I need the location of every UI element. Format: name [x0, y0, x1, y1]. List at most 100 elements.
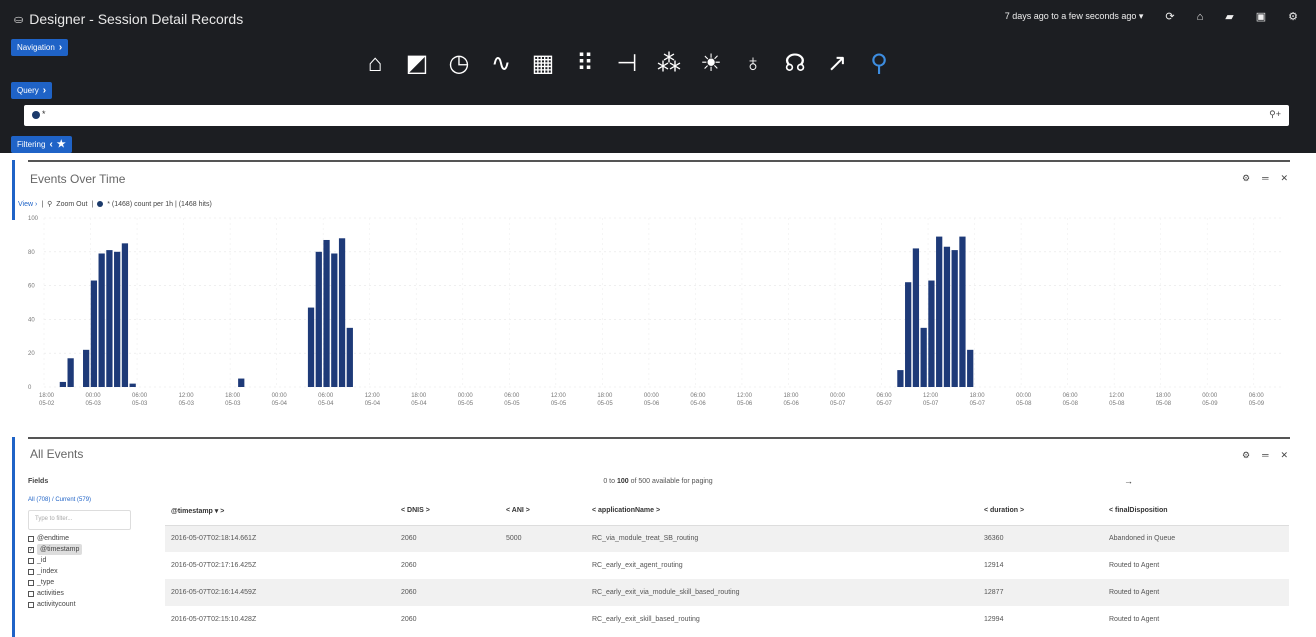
chart-bar[interactable] — [323, 239, 330, 387]
pulse-icon[interactable]: ∿ — [488, 49, 514, 79]
zoom-out-icon[interactable]: ⚲ — [47, 200, 52, 208]
agent-icon[interactable]: ☊ — [782, 49, 808, 79]
field-item[interactable]: _id — [28, 555, 82, 566]
checkbox-icon[interactable] — [28, 557, 34, 564]
microphone-icon[interactable]: ♁ — [740, 49, 766, 79]
chart-bar[interactable] — [307, 307, 315, 387]
chart-bar[interactable] — [346, 327, 353, 387]
chart-bar[interactable] — [331, 253, 338, 387]
chart-bar[interactable] — [967, 349, 974, 387]
table-row[interactable]: 2016-05-07T02:16:14.459Z 2060 RC_early_exi… — [165, 579, 1289, 606]
add-query-icon[interactable]: ⚲+ — [1269, 109, 1281, 120]
flow-icon[interactable]: ⊣ — [614, 49, 640, 79]
fields-toggle-link[interactable]: All (708) / Current (579) — [28, 497, 91, 503]
chart-bar[interactable] — [106, 250, 113, 387]
table-row[interactable]: 2016-05-07T02:18:14.661Z 2060 5000 RC_via_m… — [165, 525, 1289, 552]
x-tick-label: 00:00 — [1202, 393, 1218, 399]
chart-bar[interactable] — [83, 349, 90, 387]
filtering-toggle-button[interactable]: Filtering ‹ ★ — [11, 136, 72, 153]
chart-bar[interactable] — [114, 251, 121, 387]
chart-bar[interactable] — [912, 248, 920, 387]
column-header[interactable]: < applicationName > — [586, 497, 978, 526]
arrow-icon[interactable]: ↗ — [824, 49, 850, 79]
view-link[interactable]: View › — [18, 201, 37, 208]
time-range-picker[interactable]: 7 days ago to a few seconds ago ▾ — [1005, 11, 1144, 22]
save-icon[interactable]: ▣ — [1256, 10, 1266, 23]
gear-icon[interactable]: ⚙ — [1288, 10, 1298, 23]
chart-bar[interactable] — [67, 358, 74, 387]
table-cell: 2016-05-07T02:17:16.425Z — [165, 552, 395, 579]
field-item[interactable]: ✓ @timestamp — [28, 544, 83, 555]
table-row[interactable]: 2016-05-07T02:17:16.425Z 2060 RC_early_exi… — [165, 552, 1289, 579]
x-tick-date-label: 05-04 — [411, 401, 427, 407]
chart-bar[interactable] — [59, 381, 67, 387]
paging-info: 0 to 100 of 500 available for paging — [603, 478, 713, 485]
x-tick-date-label: 05-05 — [458, 401, 474, 407]
panel-collapse-icon[interactable]: ═ — [1262, 450, 1268, 461]
panel-collapse-icon[interactable]: ═ — [1262, 173, 1268, 184]
checkbox-icon[interactable] — [28, 568, 34, 575]
field-filter-input[interactable]: Type to filter... — [28, 510, 131, 530]
navigation-toggle-button[interactable]: Navigation › — [11, 39, 69, 56]
home-icon[interactable]: ⌂ — [362, 49, 388, 79]
checkbox-icon[interactable] — [28, 535, 34, 542]
chart-bar[interactable] — [897, 370, 904, 387]
chart-bar[interactable] — [338, 238, 346, 387]
folder-icon[interactable]: ▰ — [1225, 10, 1233, 23]
chart-bar[interactable] — [90, 280, 98, 387]
table-row[interactable]: 2016-05-07T02:15:10.428Z 2060 RC_early_exi… — [165, 606, 1289, 633]
chart-bar[interactable] — [936, 236, 943, 387]
checkbox-icon[interactable] — [28, 579, 34, 586]
chart-bar[interactable] — [905, 282, 912, 387]
field-label: @timestamp — [37, 544, 83, 555]
x-tick-date-label: 05-08 — [1016, 401, 1032, 407]
column-header[interactable]: < DNIS > — [395, 497, 500, 526]
panel-accent — [12, 437, 15, 637]
query-toggle-button[interactable]: Query › — [11, 82, 53, 99]
chart-bar[interactable] — [920, 327, 927, 387]
network-icon[interactable]: ⁂ — [656, 49, 682, 79]
table-cell: RC_early_exit_agent_routing — [586, 552, 978, 579]
field-item[interactable]: @endtime — [28, 533, 82, 544]
column-header[interactable]: < duration > — [978, 497, 1103, 526]
calendar-icon[interactable]: ▦ — [530, 49, 556, 79]
panel-close-icon[interactable]: ✕ — [1280, 173, 1288, 184]
next-page-arrow-icon[interactable]: → — [1124, 476, 1133, 486]
column-header[interactable]: < ANI > — [500, 497, 586, 526]
chart-bar[interactable] — [121, 243, 129, 387]
panel-close-icon[interactable]: ✕ — [1280, 450, 1288, 461]
search-icon[interactable]: ⚲ — [866, 49, 892, 79]
column-header[interactable]: < finalDisposition — [1103, 497, 1289, 526]
field-label: @endtime — [37, 535, 70, 542]
chart-bar[interactable] — [951, 250, 958, 387]
chart-bar[interactable] — [928, 280, 935, 387]
chart-bar[interactable] — [129, 383, 136, 387]
chart-bar[interactable] — [238, 378, 245, 387]
chart-bar[interactable] — [959, 236, 966, 387]
sun-icon[interactable]: ☀ — [698, 49, 724, 79]
refresh-icon[interactable]: ⟳ — [1165, 10, 1174, 23]
chart-bar[interactable] — [98, 253, 105, 387]
checkbox-checked-icon[interactable]: ✓ — [28, 546, 34, 553]
query-color-dot[interactable] — [32, 111, 40, 119]
field-item[interactable]: _index — [28, 566, 82, 577]
x-tick-date-label: 05-05 — [504, 401, 520, 407]
field-item[interactable]: _type — [28, 577, 82, 588]
checkbox-icon[interactable] — [28, 601, 34, 608]
panel-gear-icon[interactable]: ⚙ — [1242, 173, 1250, 184]
chart-bar[interactable] — [315, 251, 322, 387]
home-small-icon[interactable]: ⌂ — [1197, 11, 1204, 23]
column-header[interactable]: @timestamp ▾ > — [165, 497, 395, 526]
grid-icon[interactable]: ⠿ — [572, 49, 598, 79]
x-tick-label: 00:00 — [644, 393, 660, 399]
x-tick-date-label: 05-05 — [597, 401, 613, 407]
field-item[interactable]: activitycount — [28, 599, 82, 610]
query-input[interactable]: * ⚲+ — [24, 105, 1289, 126]
zoom-out-link[interactable]: Zoom Out — [56, 201, 87, 208]
checkbox-icon[interactable] — [28, 590, 34, 597]
field-item[interactable]: activities — [28, 588, 82, 599]
panel-gear-icon[interactable]: ⚙ — [1242, 450, 1250, 461]
chart-bar[interactable] — [943, 246, 951, 387]
history-icon[interactable]: ◷ — [446, 49, 472, 79]
chart-icon[interactable]: ◩ — [404, 49, 430, 79]
